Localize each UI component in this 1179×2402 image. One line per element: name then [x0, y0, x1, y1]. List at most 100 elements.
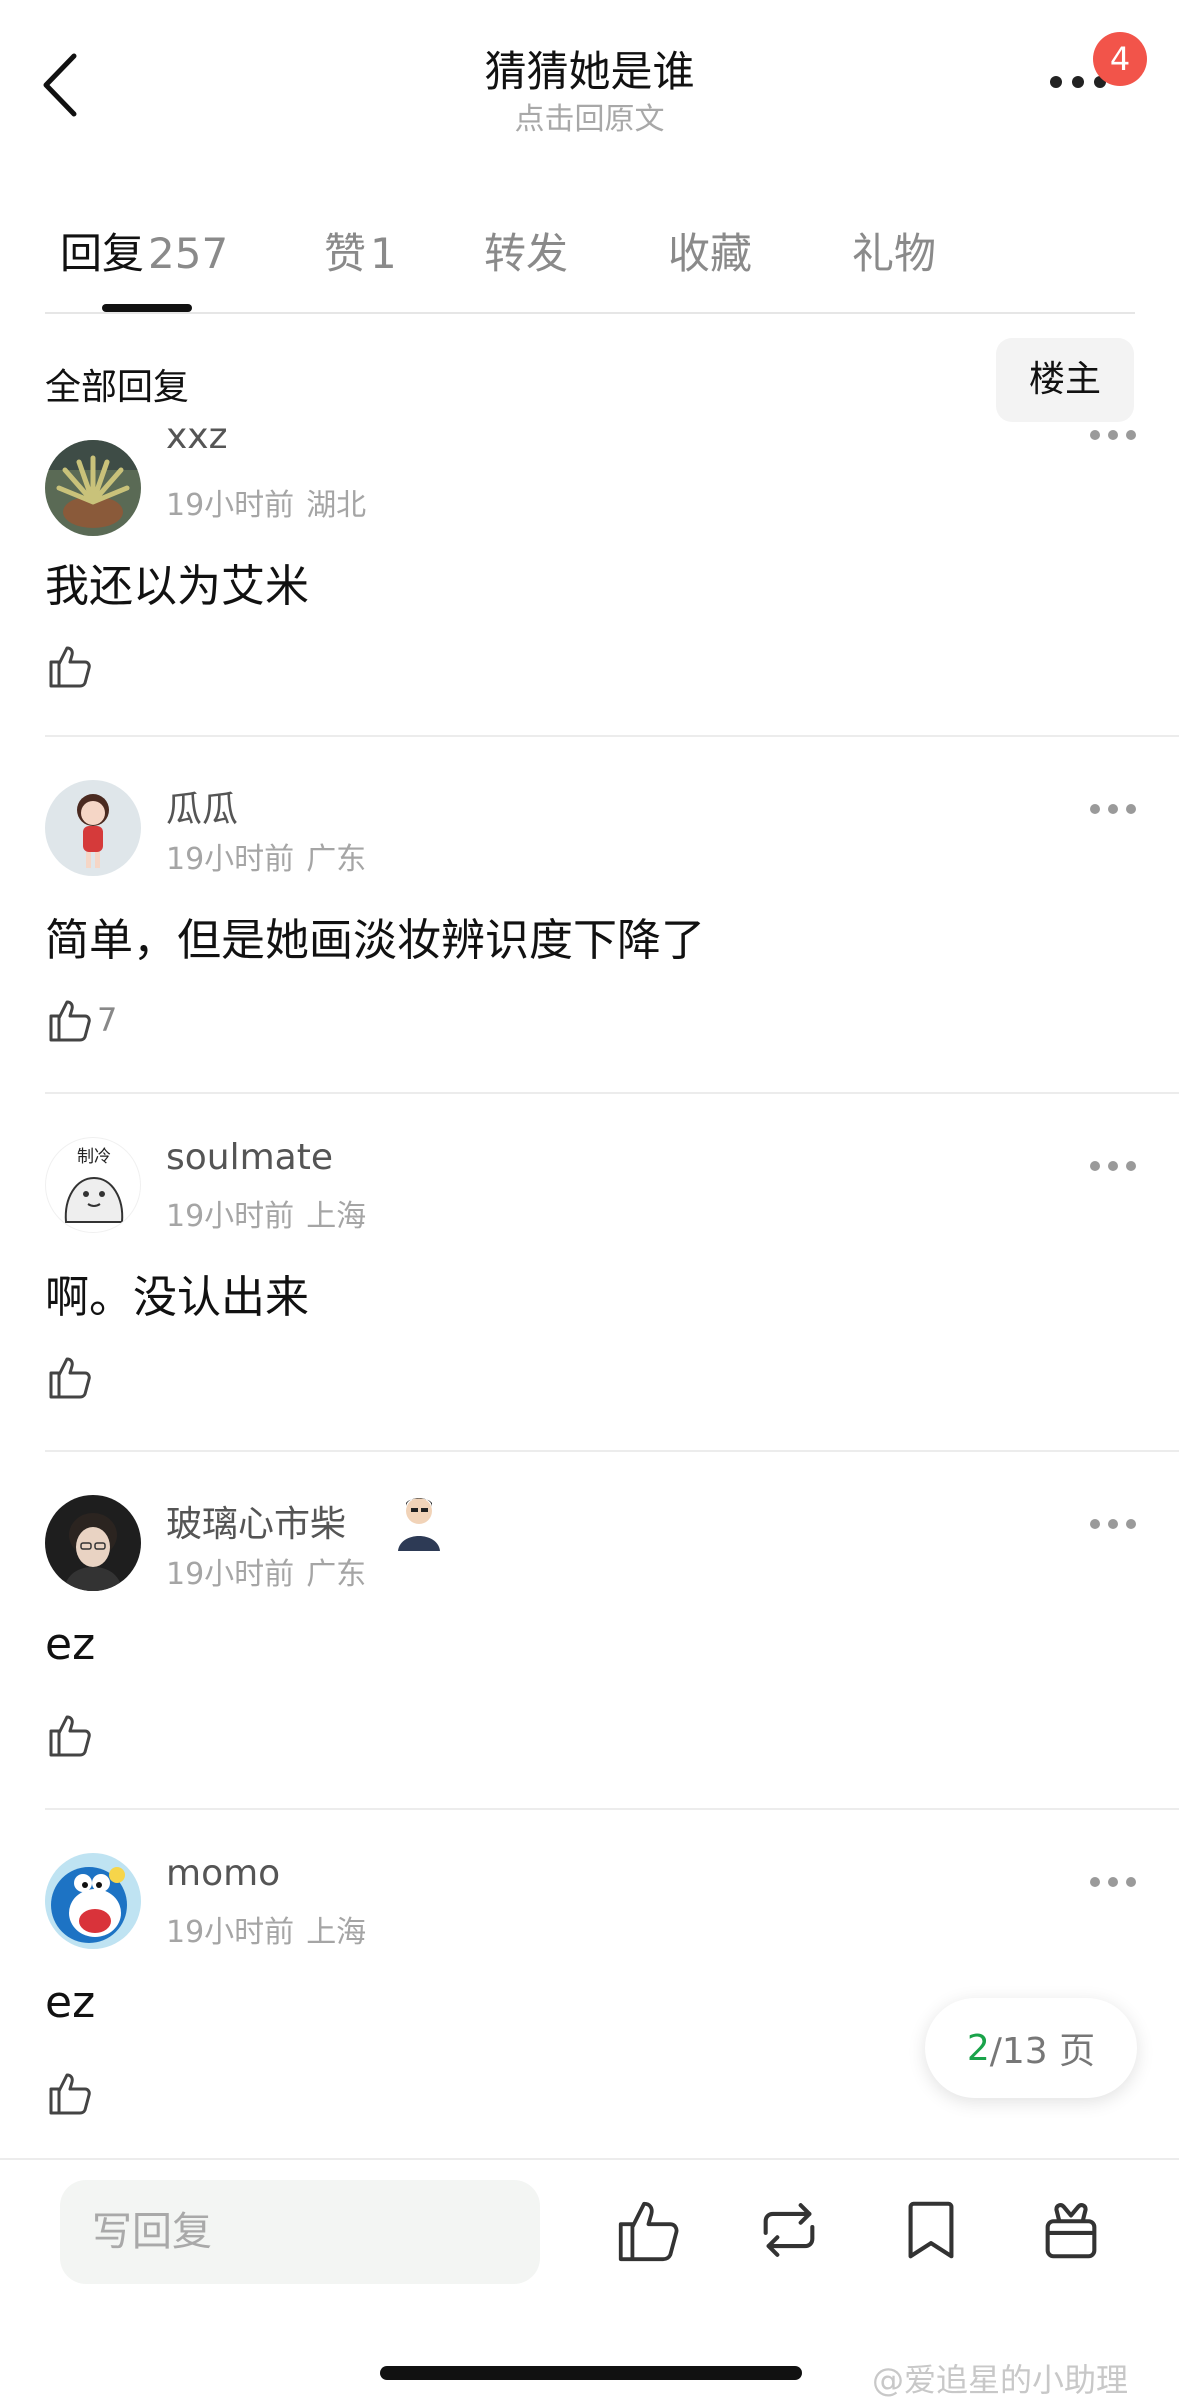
- tab-label: 转发: [484, 229, 569, 278]
- avatar[interactable]: [45, 1853, 141, 1949]
- dot: [1090, 1161, 1100, 1171]
- comment-text: ez: [45, 1977, 96, 2028]
- dot: [1072, 76, 1084, 88]
- tab-count: 1: [370, 229, 397, 278]
- dot: [1108, 1877, 1118, 1887]
- comment-location: 广东: [306, 1557, 367, 1592]
- divider: [45, 1092, 1179, 1094]
- dot: [1126, 1519, 1136, 1529]
- comment-text: 啊。没认出来: [45, 1272, 309, 1323]
- dot: [1090, 430, 1100, 440]
- like-count: 7: [97, 1001, 118, 1039]
- dot: [1126, 1877, 1136, 1887]
- comment-location: 上海: [306, 1199, 367, 1234]
- dot: [1126, 430, 1136, 440]
- dot: [1126, 1161, 1136, 1171]
- dot: [1090, 1877, 1100, 1887]
- comment-meta: 19小时前 上海: [166, 1907, 366, 1951]
- tab-gifts[interactable]: 礼物: [852, 220, 936, 281]
- reply-input[interactable]: 写回复: [60, 2180, 540, 2284]
- active-tab-indicator: [102, 304, 192, 312]
- dot: [1108, 430, 1118, 440]
- comment-like-button[interactable]: [45, 1351, 97, 1403]
- tab-likes[interactable]: 赞1: [324, 220, 397, 281]
- divider: [45, 312, 1135, 314]
- comment-like-button[interactable]: [45, 640, 97, 692]
- comment-location: 广东: [306, 842, 367, 877]
- page-title: 猜猜她是谁: [484, 47, 695, 96]
- all-replies-label: 全部回复: [45, 367, 190, 408]
- comment-meta: 19小时前 广东: [166, 834, 366, 878]
- current-page: 2: [966, 2027, 990, 2069]
- comment-location: 湖北: [306, 488, 367, 523]
- comment-text: ez: [45, 1619, 96, 1670]
- comment-more-button[interactable]: [1090, 1161, 1136, 1173]
- comment-more-button[interactable]: [1090, 804, 1136, 816]
- comment-username[interactable]: momo: [166, 1853, 280, 1894]
- thumbs-up-icon: [49, 1715, 91, 1757]
- comment-item: 制冷 soulmate 19小时前 上海 啊。没认出来: [0, 1137, 1179, 1494]
- comment-username[interactable]: 瓜瓜: [166, 780, 238, 832]
- total-pages: /13 页: [989, 2031, 1096, 2072]
- gift-icon: [1045, 2203, 1097, 2259]
- back-to-original-link[interactable]: 点击回原文: [0, 94, 1179, 138]
- comment-username[interactable]: soulmate: [166, 1137, 333, 1178]
- comment-time: 19小时前: [166, 842, 295, 877]
- like-button[interactable]: [612, 2195, 682, 2265]
- comment-text: 我还以为艾米: [45, 561, 309, 612]
- comment-location: 上海: [306, 1915, 367, 1950]
- tab-reposts[interactable]: 转发: [484, 220, 568, 281]
- comment-meta: 19小时前 湖北: [166, 480, 366, 524]
- comment-like-button[interactable]: 7: [45, 994, 117, 1046]
- comment-meta: 19小时前 上海: [166, 1191, 366, 1235]
- tab-label: 收藏: [668, 229, 753, 278]
- comment-text: 简单，但是她画淡妆辨识度下降了: [45, 915, 705, 966]
- repost-button[interactable]: [754, 2195, 824, 2265]
- comment-more-button[interactable]: [1090, 1519, 1136, 1531]
- comment-time: 19小时前: [166, 488, 295, 523]
- dot: [1108, 1161, 1118, 1171]
- comment-more-button[interactable]: [1090, 1877, 1136, 1889]
- watermark: @爱追星的小助理: [872, 2361, 1129, 2399]
- op-only-button[interactable]: 楼主: [996, 338, 1134, 422]
- dot: [1090, 804, 1100, 814]
- divider: [45, 1450, 1179, 1452]
- comment-like-button[interactable]: [45, 2067, 97, 2119]
- divider: [45, 735, 1179, 737]
- dot: [1050, 76, 1062, 88]
- repost-icon: [763, 2203, 815, 2257]
- divider: [0, 2158, 1179, 2160]
- thumbs-up-icon: [49, 1000, 91, 1042]
- home-indicator: [380, 2366, 802, 2380]
- dot: [1090, 1519, 1100, 1529]
- comment-more-button[interactable]: [1090, 430, 1136, 442]
- avatar[interactable]: 制冷: [45, 1137, 141, 1233]
- divider: [45, 1808, 1179, 1810]
- comment-item: xxz 19小时前 湖北 我还以为艾米: [0, 416, 1179, 787]
- dot: [1126, 804, 1136, 814]
- comment-username[interactable]: 玻璃心市柴: [166, 1495, 346, 1547]
- tab-replies[interactable]: 回复257: [60, 220, 228, 281]
- tab-label: 赞: [324, 229, 367, 278]
- comment-meta: 19小时前 广东: [166, 1549, 366, 1593]
- comment-time: 19小时前: [166, 1915, 295, 1950]
- comment-time: 19小时前: [166, 1199, 295, 1234]
- comment-like-button[interactable]: [45, 1709, 97, 1761]
- gift-button[interactable]: [1036, 2195, 1106, 2265]
- avatar[interactable]: [45, 1495, 141, 1591]
- user-emoji-sticker: [398, 1498, 440, 1551]
- avatar[interactable]: [45, 780, 141, 876]
- thumbs-up-icon: [49, 1357, 91, 1399]
- thumbs-up-icon: [49, 2073, 91, 2115]
- dot: [1108, 1519, 1118, 1529]
- tab-favorites[interactable]: 收藏: [668, 220, 752, 281]
- tab-label: 礼物: [852, 229, 937, 278]
- dot: [1108, 804, 1118, 814]
- page-indicator[interactable]: 2/13 页: [925, 1998, 1137, 2098]
- bookmark-button[interactable]: [896, 2195, 966, 2265]
- comment-item: 玻璃心市柴 19小时前 广东 ez: [0, 1495, 1179, 1852]
- bookmark-icon: [908, 2201, 954, 2259]
- avatar-text: 制冷: [77, 1147, 111, 1167]
- avatar[interactable]: [45, 440, 141, 536]
- comment-username[interactable]: xxz: [166, 416, 228, 457]
